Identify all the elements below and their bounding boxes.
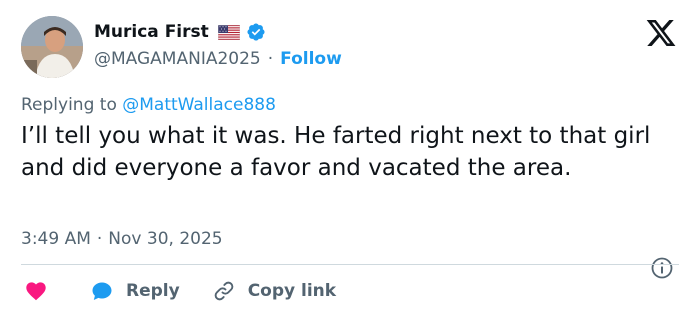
replying-to-prefix: Replying to [21, 95, 117, 115]
follow-button[interactable]: Follow [280, 49, 342, 69]
tweet-time[interactable]: 3:49 AM [21, 226, 91, 252]
copy-link-button[interactable]: Copy link [212, 279, 336, 303]
tweet-date[interactable]: Nov 30, 2025 [108, 226, 222, 252]
link-icon [212, 279, 236, 303]
reply-button[interactable]: Reply [90, 279, 180, 303]
divider [21, 264, 679, 265]
speech-bubble-icon [90, 279, 114, 303]
avatar[interactable] [21, 16, 83, 78]
tweet-timestamp: 3:49 AM · Nov 30, 2025 [21, 226, 223, 252]
info-icon[interactable] [650, 256, 674, 280]
separator-dot: · [267, 49, 274, 69]
replying-to: Replying to @MattWallace888 [21, 92, 276, 118]
author-handle-row: @MAGAMANIA2025 · Follow [94, 47, 342, 71]
author-display-name[interactable]: Murica First [94, 22, 209, 42]
timestamp-separator: · [96, 229, 103, 249]
tweet-text: I’ll tell you what it was. He farted rig… [21, 123, 651, 181]
author-name-row: Murica First [94, 20, 266, 44]
us-flag-icon [217, 24, 241, 40]
heart-icon[interactable] [24, 279, 48, 303]
verified-badge-icon[interactable] [246, 22, 266, 42]
action-bar: Reply Copy link [24, 277, 336, 305]
reply-label: Reply [126, 281, 180, 301]
copy-link-label: Copy link [247, 281, 337, 301]
x-logo-icon[interactable] [645, 17, 677, 49]
author-handle[interactable]: @MAGAMANIA2025 [94, 49, 261, 69]
avatar-photo [21, 16, 83, 78]
replying-to-mention[interactable]: @MattWallace888 [122, 95, 276, 115]
